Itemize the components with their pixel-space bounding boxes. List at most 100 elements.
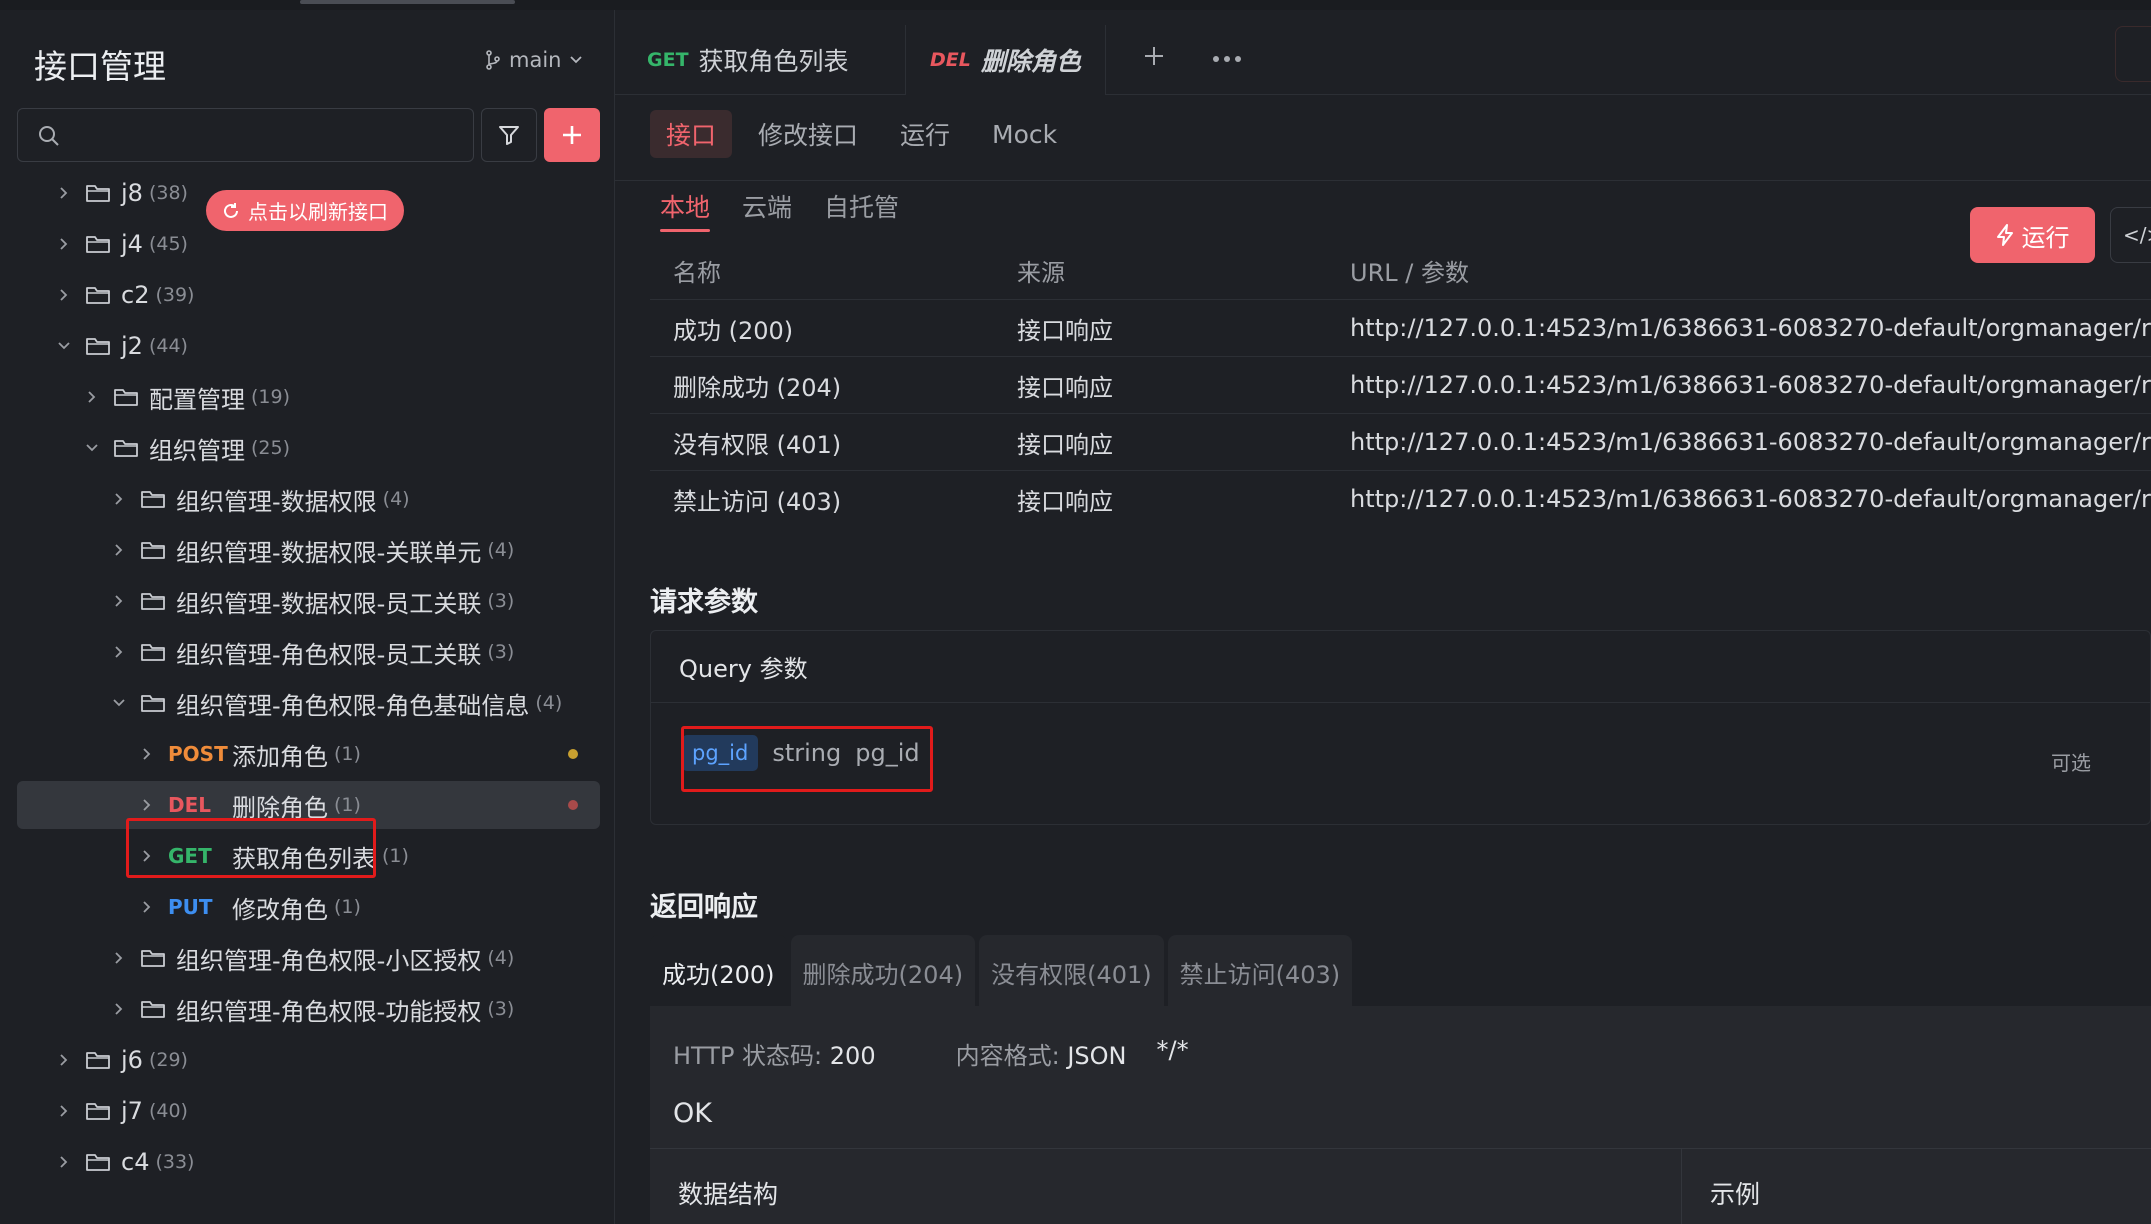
folder-item[interactable]: 组织管理-数据权限-员工关联 (3) (110, 577, 514, 625)
chevron-right-icon[interactable] (83, 388, 101, 406)
drag-handle[interactable] (300, 0, 515, 4)
response-tab[interactable]: 删除成功(204) (790, 935, 976, 1009)
folder-item[interactable]: 组织管理-角色权限-员工关联 (3) (110, 628, 514, 676)
folder-item[interactable]: j4 (45) (55, 220, 188, 268)
chevron-right-icon[interactable] (110, 541, 128, 559)
chevron-right-icon[interactable] (55, 1153, 73, 1171)
folder-item[interactable]: 配置管理 (19) (83, 373, 290, 421)
folder-item[interactable]: c2 (39) (55, 271, 194, 319)
tab-label: 获取角色列表 (698, 47, 849, 76)
sidebar-title: 接口管理 (34, 47, 166, 86)
tree-item-label: 组织管理-角色权限-功能授权 (176, 997, 482, 1026)
chevron-right-icon[interactable] (110, 490, 128, 508)
table-row[interactable]: 禁止访问 (403) 接口响应 http://127.0.0.1:4523/m1/6… (650, 470, 2151, 527)
chevron-down-icon[interactable] (83, 439, 101, 457)
folder-item[interactable]: 组织管理-角色权限-小区授权 (4) (110, 934, 514, 982)
tab-delete-role[interactable]: DEL 删除角色 (905, 25, 1106, 95)
folder-item[interactable]: 组织管理 (25) (83, 424, 290, 472)
env-tab[interactable]: 本地 (660, 180, 711, 232)
search-icon (39, 126, 59, 146)
more-icon[interactable] (1212, 55, 1242, 63)
table-row[interactable]: 成功 (200) 接口响应 http://127.0.0.1:4523/m1/638… (650, 299, 2151, 356)
table-cell[interactable]: http://127.0.0.1:4523/m1/6386631-6083270… (1350, 428, 2151, 456)
tree-item-count: (1) (334, 896, 361, 918)
table-cell[interactable]: http://127.0.0.1:4523/m1/6386631-6083270… (1350, 314, 2151, 342)
chevron-right-icon[interactable] (110, 949, 128, 967)
env-selector-button[interactable] (2115, 26, 2151, 82)
response-panel: HTTP 状态码: 200 内容格式: JSON */* OK 数据结构 示例 (650, 1006, 2151, 1224)
folder-icon (140, 998, 166, 1020)
table-cell: 接口响应 (1017, 487, 1113, 516)
response-tab[interactable]: 禁止访问(403) (1167, 935, 1353, 1009)
subtab-item[interactable]: 运行 (884, 110, 966, 158)
folder-item[interactable]: 组织管理-角色权限-角色基础信息 (4) (110, 679, 562, 727)
folder-item[interactable]: 组织管理-数据权限-关联单元 (4) (110, 526, 514, 574)
chevron-right-icon[interactable] (110, 592, 128, 610)
query-params-title: Query 参数 (651, 631, 2151, 703)
response-tab[interactable]: 没有权限(401) (979, 935, 1164, 1009)
search-input[interactable] (17, 108, 474, 162)
column-header: 名称 (673, 259, 721, 287)
highlight-box (126, 818, 376, 878)
folder-icon (85, 182, 111, 204)
chevron-right-icon[interactable] (138, 745, 156, 763)
tree-item-label: 添加角色 (232, 742, 328, 771)
response-tab[interactable]: 成功(200) (650, 935, 787, 1009)
chevron-right-icon[interactable] (55, 235, 73, 253)
filter-button[interactable] (481, 108, 537, 162)
chevron-down-icon[interactable] (55, 337, 73, 355)
chevron-right-icon[interactable] (55, 1102, 73, 1120)
chevron-right-icon[interactable] (138, 796, 156, 814)
status-code: HTTP 状态码: 200 (673, 1042, 876, 1070)
table-cell[interactable]: http://127.0.0.1:4523/m1/6386631-6083270… (1350, 371, 2151, 399)
folder-item[interactable]: j6 (29) (55, 1036, 188, 1084)
folder-icon (85, 1151, 111, 1173)
tree-item-label: j6 (121, 1046, 143, 1074)
table-cell[interactable]: http://127.0.0.1:4523/m1/6386631-6083270… (1350, 485, 2151, 513)
table-cell: 接口响应 (1017, 373, 1113, 402)
env-tab[interactable]: 云端 (742, 180, 792, 232)
table-row[interactable]: 没有权限 (401) 接口响应 http://127.0.0.1:4523/m1/6… (650, 413, 2151, 470)
tree-item-count: (3) (487, 590, 515, 612)
tree-item-label: c4 (121, 1148, 150, 1176)
folder-item[interactable]: j8 (38) (55, 169, 188, 217)
chevron-down-icon[interactable] (110, 694, 128, 712)
folder-item[interactable]: j7 (40) (55, 1087, 188, 1135)
branch-name: main (509, 48, 562, 72)
subtab-item[interactable]: Mock (976, 110, 1073, 158)
tree-item-label: 组织管理-角色权限-小区授权 (176, 946, 482, 975)
chevron-right-icon[interactable] (110, 1000, 128, 1018)
table-row[interactable]: 删除成功 (204) 接口响应 http://127.0.0.1:4523/m1/6… (650, 356, 2151, 413)
content-format: 内容格式: JSON (955, 1042, 1127, 1070)
add-api-button[interactable] (544, 108, 600, 162)
tree-item-count: (38) (148, 182, 188, 204)
chevron-right-icon[interactable] (55, 184, 73, 202)
folder-item[interactable]: 组织管理-角色权限-功能授权 (3) (110, 985, 514, 1033)
api-item[interactable]: POST 添加角色 (1) (138, 730, 361, 778)
chevron-right-icon[interactable] (55, 286, 73, 304)
tab-get-role-list[interactable]: GET 获取角色列表 (647, 25, 849, 95)
folder-item[interactable]: 组织管理-数据权限 (4) (110, 475, 410, 523)
git-branch-icon (486, 50, 500, 70)
branch-selector[interactable]: main (485, 48, 583, 72)
refresh-label: 点击以刷新接口 (248, 200, 388, 224)
request-params-title: 请求参数 (650, 587, 758, 618)
tree-item-count: (3) (487, 641, 515, 663)
subtab-item[interactable]: 接口 (650, 110, 733, 158)
plus-icon (563, 126, 581, 144)
chevron-right-icon[interactable] (138, 898, 156, 916)
folder-item[interactable]: j2 (44) (55, 322, 188, 370)
new-tab-plus-icon[interactable] (1142, 44, 1166, 68)
table-cell: 禁止访问 (403) (673, 487, 842, 516)
env-tab[interactable]: 自托管 (824, 180, 899, 232)
folder-icon (140, 488, 166, 510)
chevron-right-icon[interactable] (55, 1051, 73, 1069)
api-item[interactable]: PUT 修改角色 (1) (138, 883, 361, 931)
subtab-item[interactable]: 修改接口 (742, 110, 874, 158)
folder-icon (140, 641, 166, 663)
refresh-api-button[interactable]: 点击以刷新接口 (206, 190, 404, 231)
tree-item-count: (33) (155, 1151, 195, 1173)
folder-item[interactable]: c4 (33) (55, 1138, 194, 1186)
chevron-right-icon[interactable] (110, 643, 128, 661)
response-tabs: 成功(200) 删除成功(204) 没有权限(401) 禁止访问(403) (650, 935, 1353, 1015)
